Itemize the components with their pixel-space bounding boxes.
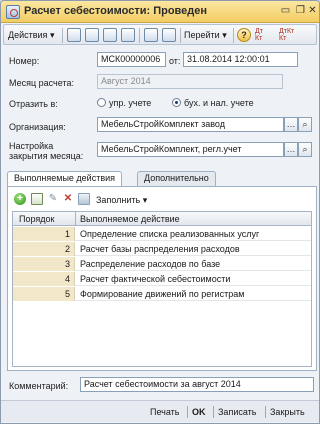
row-order: 5	[13, 287, 75, 301]
row-action: Распределение расходов по базе	[80, 259, 221, 269]
chevron-down-icon: ▾	[142, 195, 148, 205]
actions-table: Порядок Выполняемое действие 1 Определен…	[12, 211, 312, 367]
kt-label: Кт	[255, 35, 263, 42]
row-order: 4	[13, 272, 75, 286]
minimize-icon[interactable]: ▭	[279, 5, 292, 18]
comment-label: Комментарий:	[9, 381, 69, 391]
dt-kt-label: ДтКт	[279, 28, 295, 35]
copy-row-icon[interactable]	[31, 193, 43, 205]
search-icon[interactable]: ⌕	[298, 117, 312, 132]
save-post-icon[interactable]	[67, 28, 81, 42]
title-bar[interactable]: Расчет себестоимости: Проведен ▭ ❐ ✕	[1, 1, 319, 23]
tab-additional[interactable]: Дополнительно	[137, 171, 216, 186]
date-field[interactable]: 31.08.2014 12:00:01	[183, 52, 298, 67]
fill-menu-button[interactable]: Заполнить ▾	[96, 193, 147, 208]
comment-field[interactable]: Расчет себестоимости за август 2014	[80, 377, 314, 392]
post-icon[interactable]	[85, 28, 99, 42]
row-order: 3	[13, 257, 75, 271]
close-button[interactable]: Закрыть	[270, 405, 305, 419]
dt-label: Дт	[255, 28, 263, 35]
row-action: Расчет фактической себестоимости	[80, 274, 231, 284]
column-header-order[interactable]: Порядок	[19, 212, 54, 226]
actions-panel: + ✎ ✕ Заполнить ▾ Порядок Выполняемое де…	[7, 186, 317, 371]
form-button-bar: Печать OK Записать Закрыть	[1, 400, 319, 422]
toolbar-separator	[139, 28, 140, 43]
dt-kt-report-button[interactable]: Дт Кт	[255, 28, 263, 43]
dt-kt-journal-button[interactable]: ДтКт Кт	[279, 28, 294, 43]
button-separator	[213, 406, 214, 418]
table-row[interactable]: 3 Распределение расходов по базе	[13, 257, 311, 271]
month-field: Август 2014	[97, 74, 283, 89]
search-icon[interactable]: ⌕	[298, 142, 312, 157]
radio-management-accounting[interactable]	[97, 98, 106, 107]
row-order: 2	[13, 242, 75, 256]
radio-accounting-label[interactable]: бух. и нал. учете	[184, 98, 254, 108]
panel-toolbar: + ✎ ✕ Заполнить ▾	[12, 192, 312, 208]
save-button[interactable]: Записать	[218, 405, 256, 419]
radio-management-label[interactable]: упр. учете	[109, 98, 151, 108]
toolbar-separator	[233, 28, 234, 43]
chevron-down-icon: ▾	[49, 30, 55, 40]
row-action: Формирование движений по регистрам	[80, 289, 245, 299]
edit-icon[interactable]: ✎	[47, 193, 59, 205]
fill-label: Заполнить	[96, 195, 141, 205]
chevron-down-icon: ▾	[222, 30, 227, 40]
unpost-icon[interactable]	[103, 28, 117, 42]
close-icon[interactable]: ✕	[306, 5, 319, 18]
actions-label: Действия	[8, 30, 48, 40]
row-action: Определение списка реализованных услуг	[80, 229, 260, 239]
document-icon	[6, 5, 20, 19]
setup-label-line2: закрытия месяца:	[9, 151, 84, 161]
select-ellipsis-icon[interactable]: …	[284, 117, 298, 132]
table-row[interactable]: 5 Формирование движений по регистрам	[13, 287, 311, 301]
number-field[interactable]: МСК00000006	[97, 52, 166, 67]
select-ellipsis-icon[interactable]: …	[284, 142, 298, 157]
structure-icon[interactable]	[162, 28, 176, 42]
organization-label: Организация:	[9, 122, 66, 132]
date-from-label: от:	[169, 56, 181, 66]
table-row[interactable]: 2 Расчет базы распределения расходов	[13, 242, 311, 256]
reflect-label: Отразить в:	[9, 99, 58, 109]
column-divider	[75, 212, 76, 226]
setup-label-line1: Настройка	[9, 141, 54, 151]
table-header: Порядок Выполняемое действие	[13, 212, 311, 226]
add-icon[interactable]: +	[14, 193, 26, 205]
copy-icon[interactable]	[144, 28, 158, 42]
table-row[interactable]: 1 Определение списка реализованных услуг	[13, 227, 311, 241]
goto-menu[interactable]: Перейти ▾	[184, 28, 227, 43]
tab-actions[interactable]: Выполняемые действия	[7, 171, 123, 187]
row-action: Расчет базы распределения расходов	[80, 244, 240, 254]
print-button[interactable]: Печать	[150, 405, 179, 419]
document-window: Расчет себестоимости: Проведен ▭ ❐ ✕ Дей…	[0, 0, 320, 424]
toolbar-separator	[62, 28, 63, 43]
radio-accounting-tax[interactable]	[172, 98, 181, 107]
button-separator	[187, 406, 188, 418]
month-label: Месяц расчета:	[9, 78, 74, 88]
actions-menu[interactable]: Действия ▾	[8, 28, 54, 43]
number-label: Номер:	[9, 56, 40, 66]
month-close-setup-field[interactable]: МебельСтройКомплект, регл.учет	[97, 142, 284, 157]
ok-button[interactable]: OK	[192, 405, 206, 419]
refresh-icon[interactable]	[121, 28, 135, 42]
kt-label: Кт	[279, 35, 287, 42]
delete-icon[interactable]: ✕	[62, 193, 74, 205]
column-header-action[interactable]: Выполняемое действие	[80, 212, 180, 226]
clear-icon[interactable]	[78, 193, 90, 205]
toolbar: Действия ▾ Перейти ▾ ? Дт Кт ДтКт Кт	[3, 24, 317, 45]
row-order: 1	[13, 227, 75, 241]
organization-field[interactable]: МебельСтройКомплект завод	[97, 117, 284, 132]
button-separator	[265, 406, 266, 418]
window-title: Расчет себестоимости: Проведен	[24, 5, 208, 17]
goto-label: Перейти	[184, 30, 220, 40]
setup-label: Настройка закрытия месяца:	[9, 141, 83, 161]
toolbar-separator	[180, 28, 181, 43]
help-icon[interactable]: ?	[237, 28, 251, 42]
table-row[interactable]: 4 Расчет фактической себестоимости	[13, 272, 311, 286]
